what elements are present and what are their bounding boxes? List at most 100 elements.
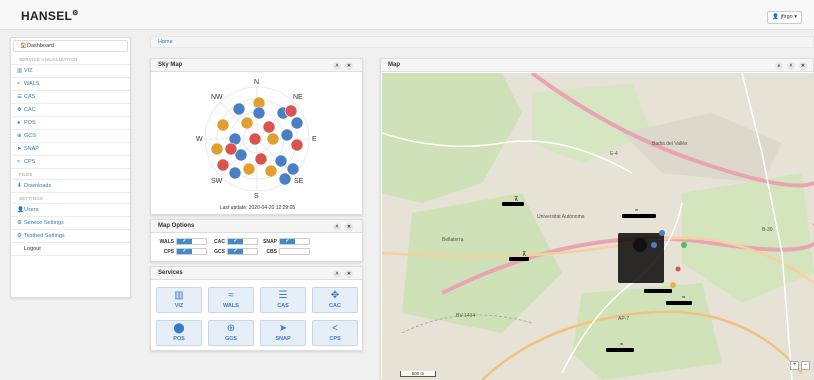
brand-logo[interactable]: HANSEL⚙ [21, 9, 79, 23]
breadcrumb-home-link[interactable]: Home [158, 39, 173, 45]
sidebar-item-logout[interactable]: Logout [11, 243, 130, 256]
map-canvas[interactable]: Badia del Vallès Universitat Autònoma Be… [382, 73, 814, 380]
direction-n: N [254, 79, 259, 86]
satellite-marker[interactable] [252, 106, 266, 120]
service-pos-button[interactable]: ⬤ POS [156, 320, 202, 346]
zoom-in-button[interactable]: + [790, 361, 799, 370]
sidebar-item-cas[interactable]: ☰ CAS [11, 91, 130, 104]
move-icon: ✥ [17, 107, 22, 113]
satellite-marker[interactable] [278, 172, 292, 186]
service-cps-button[interactable]: < CPS [312, 320, 358, 346]
sidebar-item-pos[interactable]: ● POS [11, 117, 130, 130]
satellite-marker[interactable] [242, 162, 256, 176]
antenna-marker-1[interactable]: ⊼ [514, 196, 518, 203]
direction-se: SE [294, 178, 304, 185]
satellite-marker[interactable] [264, 164, 278, 178]
sidebar-item-downloads[interactable]: ⬇ Downloads [11, 180, 130, 193]
download-icon: ⬇ [17, 183, 22, 189]
wifi-icon: ≈ [228, 290, 234, 301]
zoom-search-icon[interactable]: ⌕ [775, 62, 783, 70]
share-icon: < [17, 159, 21, 165]
satellite-marker[interactable] [224, 142, 238, 156]
close-icon[interactable]: ✕ [345, 223, 353, 231]
satellite-marker[interactable] [228, 166, 242, 180]
collapse-icon[interactable]: ˄ [333, 62, 341, 70]
sidebar-item-service-settings[interactable]: ⚙ Service Settings [11, 217, 130, 230]
satellite-marker[interactable] [290, 116, 304, 130]
last-update-text: Last update: 2020-04-20 12:29:05 [219, 205, 296, 211]
send-icon: ➤ [17, 146, 22, 152]
collapse-icon[interactable]: ˄ [333, 223, 341, 231]
satellite-marker[interactable] [262, 120, 276, 134]
brand-gear-icon: ⚙ [72, 10, 79, 17]
option-cps: CPS ✓ [157, 248, 207, 255]
gcs-toggle[interactable]: ✓ [227, 248, 258, 255]
direction-nw: NW [211, 94, 223, 101]
direction-e: E [312, 136, 317, 143]
satellite-marker[interactable] [284, 104, 298, 118]
user-menu-button[interactable]: 👤 jfirgo ▾ [767, 11, 802, 24]
collapse-icon[interactable]: ˄ [333, 270, 341, 278]
satellite-marker[interactable] [232, 102, 246, 116]
satellite-marker[interactable] [216, 118, 230, 132]
panel-title: Services [158, 270, 183, 276]
share-icon: < [332, 323, 338, 334]
sidebar-item-cps[interactable]: < CPS [11, 156, 130, 169]
close-icon[interactable]: ✕ [345, 270, 353, 278]
sidebar-item-gcs[interactable]: ⊕ GCS [11, 130, 130, 143]
service-wals-button[interactable]: ≈ WALS [208, 287, 254, 313]
satellite-marker[interactable] [266, 132, 280, 146]
option-cac: CAC ✓ [209, 238, 258, 245]
satellite-marker[interactable] [280, 128, 294, 142]
sidebar-item-cac[interactable]: ✥ CAC [11, 104, 130, 117]
cbs-toggle[interactable] [279, 248, 310, 255]
cps-toggle[interactable]: ✓ [176, 248, 207, 255]
sidebar-item-dashboard[interactable]: 🏠Dashboard [13, 40, 128, 52]
service-viz-button[interactable]: ▥ VIZ [156, 287, 202, 313]
satellite-marker[interactable] [210, 142, 224, 156]
road-e4-label: E-4 [610, 151, 618, 157]
map-tiles: Badia del Vallès Universitat Autònoma Be… [382, 73, 814, 380]
map-options-panel: Map Options ˄ ✕ WALS ✓ CAC ✓ SNAP ✓ CPS ✓ GC… [150, 219, 363, 262]
service-cac-button[interactable]: ✥ CAC [312, 287, 358, 313]
user-icon: 👤 [772, 14, 780, 20]
panel-header: Services ˄ ✕ [151, 267, 362, 280]
wals-toggle[interactable]: ✓ [176, 238, 207, 245]
close-icon[interactable]: ✕ [799, 62, 807, 70]
direction-ne: NE [293, 94, 303, 101]
antenna-marker-2[interactable]: ⊼ [522, 251, 526, 258]
panel-header: Map Options ˄ ✕ [151, 220, 362, 233]
satellite-marker[interactable] [216, 158, 230, 172]
cac-toggle[interactable]: ✓ [227, 238, 258, 245]
panel-title: Map Options [158, 223, 195, 229]
bar-chart-icon: ▥ [174, 290, 184, 301]
satellite-marker[interactable] [240, 116, 254, 130]
sidebar-item-snap[interactable]: ➤ SNAP [11, 143, 130, 156]
map-panel: Map ⌕ ˄ ✕ Badia del Vallès Universitat A… [380, 58, 814, 380]
collapse-icon[interactable]: ˄ [787, 62, 795, 70]
sidebar-item-users[interactable]: 👤Users [11, 204, 130, 217]
sidebar-item-viz[interactable]: ▥ VIZ [11, 65, 130, 78]
satellite-marker[interactable] [286, 162, 300, 176]
satellite-marker[interactable] [290, 138, 304, 152]
close-icon[interactable]: ✕ [345, 62, 353, 70]
service-cas-button[interactable]: ☰ CAS [260, 287, 306, 313]
sidebar-item-testbed-settings[interactable]: ⚙ Testbed Settings [11, 230, 130, 243]
satellite-marker[interactable] [248, 132, 262, 146]
sidebar-heading-settings: SETTINGS [11, 193, 130, 204]
road-b30-label: B-30 [762, 227, 773, 233]
wifi-icon: ≈ [17, 81, 21, 87]
service-gcs-button[interactable]: ⊕ GCS [208, 320, 254, 346]
option-gcs: GCS ✓ [209, 248, 258, 255]
map-marker-icon: ● [17, 120, 21, 126]
satellite-marker[interactable] [274, 154, 288, 168]
option-wals: WALS ✓ [157, 238, 207, 245]
move-icon: ✥ [330, 290, 340, 301]
map-marker-icon: ⬤ [173, 323, 185, 334]
option-snap: SNAP ✓ [259, 238, 310, 245]
satellite-marker[interactable] [254, 152, 268, 166]
zoom-out-button[interactable]: − [801, 361, 810, 370]
snap-toggle[interactable]: ✓ [279, 238, 310, 245]
service-snap-button[interactable]: ➤ SNAP [260, 320, 306, 346]
sidebar-item-wals[interactable]: ≈ WALS [11, 78, 130, 91]
